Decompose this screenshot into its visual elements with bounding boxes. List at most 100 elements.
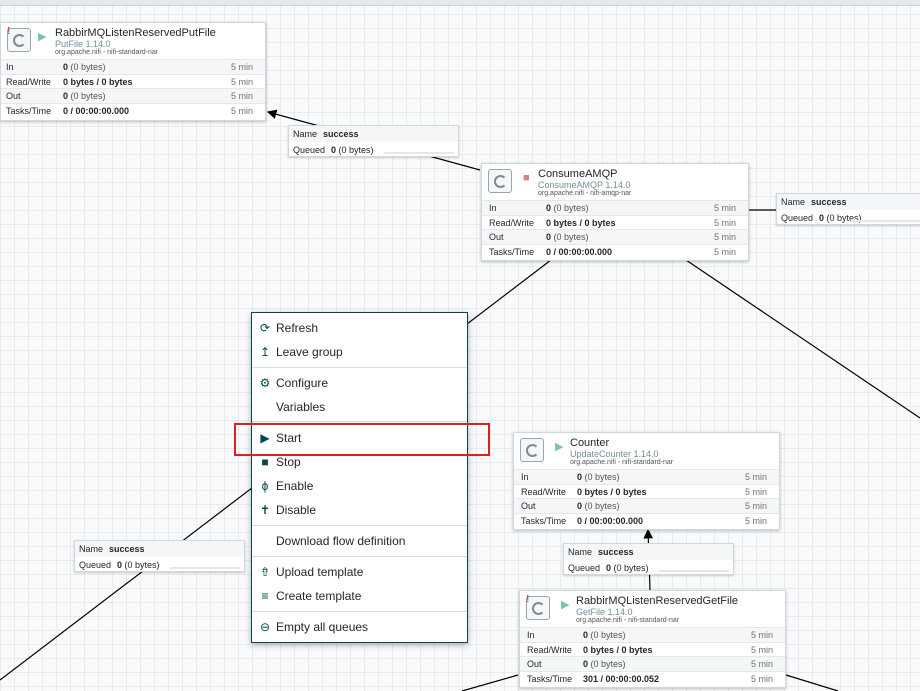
menu-separator [252, 525, 467, 526]
processor-icon [488, 169, 512, 193]
processor-name: ConsumeAMQP [538, 168, 618, 180]
refresh-icon: ⟳ [259, 321, 271, 335]
stat-value: 0 bytes / 0 bytes [577, 486, 647, 497]
stat-label: Tasks/Time [6, 105, 52, 116]
menu-item-configure[interactable]: ⚙ Configure [252, 373, 467, 393]
conn-queued-value: 0 (0 bytes) [606, 563, 649, 573]
conn-name-label: Name [293, 129, 318, 139]
processor-header: ! ▶ RabbirMQListenReservedGetFile GetFil… [520, 591, 785, 627]
stat-row-readwrite: Read/Write 0 bytes / 0 bytes 5 min [482, 214, 748, 230]
menu-separator [252, 421, 467, 422]
stopped-state-icon: ■ [523, 172, 530, 184]
stat-time: 5 min [744, 501, 767, 511]
create-template-icon: ≡ [261, 589, 269, 603]
upload-template-icon: ⇮ [259, 565, 271, 579]
empty-queues-icon: ⊖ [259, 620, 271, 634]
stat-value: 0 (0 bytes) [583, 630, 626, 640]
menu-item-create-template[interactable]: ≡ Create template [252, 586, 467, 606]
processor-counter[interactable]: ▶ Counter UpdateCounter 1.14.0 org.apach… [513, 432, 780, 530]
context-menu: ⟳ Refresh ↥ Leave group ⚙ Configure Variabl… [251, 312, 468, 643]
stat-label: Out [521, 501, 536, 511]
processor-putfile[interactable]: ! ▶ RabbirMQListenReservedPutFile PutFil… [0, 22, 266, 121]
stat-label: In [527, 630, 535, 640]
stat-time: 5 min [713, 203, 736, 213]
processor-consumeamqp[interactable]: ■ ConsumeAMQP ConsumeAMQP 1.14.0 org.apa… [481, 163, 749, 261]
processor-bundle: org.apache.nifi - nifi-standard-nar [570, 459, 674, 466]
connection-line-getfile-right[interactable] [785, 674, 839, 691]
connection-label-success[interactable]: Name success Queued 0 (0 bytes) [563, 543, 734, 575]
menu-item-leave-group[interactable]: ↥ Leave group [252, 342, 467, 362]
stat-row-tasks: Tasks/Time 0 / 00:00:00.000 5 min [482, 243, 748, 259]
processor-header: ! ▶ RabbirMQListenReservedPutFile PutFil… [1, 23, 265, 59]
stat-time: 5 min [713, 232, 736, 242]
processor-name: RabbirMQListenReservedGetFile [576, 595, 739, 607]
connection-label-success[interactable]: Name success Queued 0 (0 bytes) [288, 125, 459, 157]
invalid-warning-icon: ! [7, 26, 11, 37]
connection-line-consume-down-right[interactable] [685, 259, 920, 419]
conn-name-value: success [109, 544, 145, 554]
stat-row-in: In 0 (0 bytes) 5 min [1, 59, 265, 74]
connection-line-getfile-left[interactable] [461, 674, 519, 691]
stat-value: 0 (0 bytes) [63, 91, 106, 101]
running-state-icon: ▶ [555, 441, 564, 453]
stat-value: 0 / 00:00:00.000 [577, 515, 644, 526]
stat-label: Out [489, 232, 504, 242]
conn-queued-value: 0 (0 bytes) [117, 560, 160, 570]
stat-label: Read/Write [521, 486, 566, 497]
stat-row-tasks: Tasks/Time 301 / 00:00:00.052 5 min [520, 670, 785, 686]
running-state-icon: ▶ [561, 599, 570, 611]
conn-queued-label: Queued [781, 213, 814, 223]
menu-item-download-flow-definition[interactable]: Download flow definition [252, 531, 467, 551]
stat-value: 0 bytes / 0 bytes [546, 217, 616, 228]
gear-icon: ⚙ [259, 376, 271, 390]
conn-name-value: success [811, 197, 847, 207]
menu-item-refresh[interactable]: ⟳ Refresh [252, 318, 467, 338]
processor-stats: In 0 (0 bytes) 5 min Read/Write 0 bytes / 0… [1, 59, 265, 117]
processor-type: PutFile 1.14.0 [55, 39, 111, 49]
processor-type: ConsumeAMQP 1.14.0 [538, 180, 631, 190]
stat-label: In [6, 62, 14, 72]
connection-label-success[interactable]: Name success Queued 0 (0 bytes) [74, 540, 245, 572]
processor-icon: ! [7, 26, 31, 52]
conn-name-label: Name [568, 547, 593, 557]
stat-value: 0 (0 bytes) [546, 203, 589, 213]
menu-item-enable[interactable]: ϕ Enable [252, 476, 467, 496]
processor-bundle: org.apache.nifi - nifi-standard-nar [576, 617, 680, 624]
processor-header: ■ ConsumeAMQP ConsumeAMQP 1.14.0 org.apa… [482, 164, 748, 200]
stat-row-in: In 0 (0 bytes) 5 min [482, 200, 748, 215]
processor-icon: ! [526, 594, 550, 620]
stat-time: 5 min [744, 472, 767, 482]
stat-label: In [521, 472, 529, 482]
menu-item-upload-template[interactable]: ⇮ Upload template [252, 562, 467, 582]
processor-getfile[interactable]: ! ▶ RabbirMQListenReservedGetFile GetFil… [519, 590, 786, 688]
processor-stats: In 0 (0 bytes) 5 min Read/Write 0 bytes / 0… [520, 627, 785, 685]
stat-value: 0 (0 bytes) [577, 472, 620, 482]
conn-queued-label: Queued [568, 563, 601, 573]
stat-label: Read/Write [489, 217, 534, 228]
connection-label-success[interactable]: Name success Queued 0 (0 bytes) [776, 193, 920, 225]
start-highlight-box [234, 423, 490, 456]
running-state-icon: ▶ [38, 31, 47, 43]
stat-row-out: Out 0 (0 bytes) 5 min [514, 498, 779, 513]
processor-stats: In 0 (0 bytes) 5 min Read/Write 0 bytes / 0… [482, 200, 748, 258]
stat-time: 5 min [713, 217, 736, 228]
menu-item-empty-all-queues[interactable]: ⊖ Empty all queues [252, 617, 467, 637]
stat-value: 0 bytes / 0 bytes [583, 644, 653, 655]
enable-icon: ϕ [261, 479, 269, 493]
stat-label: Out [6, 91, 21, 101]
stat-value: 301 / 00:00:00.052 [583, 673, 660, 684]
processor-type: GetFile 1.14.0 [576, 607, 633, 617]
processor-bundle: org.apache.nifi - nifi-standard-nar [55, 49, 159, 56]
stat-row-in: In 0 (0 bytes) 5 min [514, 469, 779, 484]
processor-name: Counter [570, 437, 610, 449]
menu-item-disable[interactable]: ✝ Disable [252, 500, 467, 520]
stat-value: 0 (0 bytes) [546, 232, 589, 242]
menu-item-variables[interactable]: Variables [252, 397, 467, 417]
queue-bar [170, 567, 240, 569]
stat-time: 5 min [230, 76, 253, 87]
leave-group-icon: ↥ [259, 345, 271, 359]
conn-queued-label: Queued [293, 145, 326, 155]
stat-row-out: Out 0 (0 bytes) 5 min [482, 229, 748, 244]
stat-label: Out [527, 659, 542, 669]
stat-time: 5 min [230, 62, 253, 72]
